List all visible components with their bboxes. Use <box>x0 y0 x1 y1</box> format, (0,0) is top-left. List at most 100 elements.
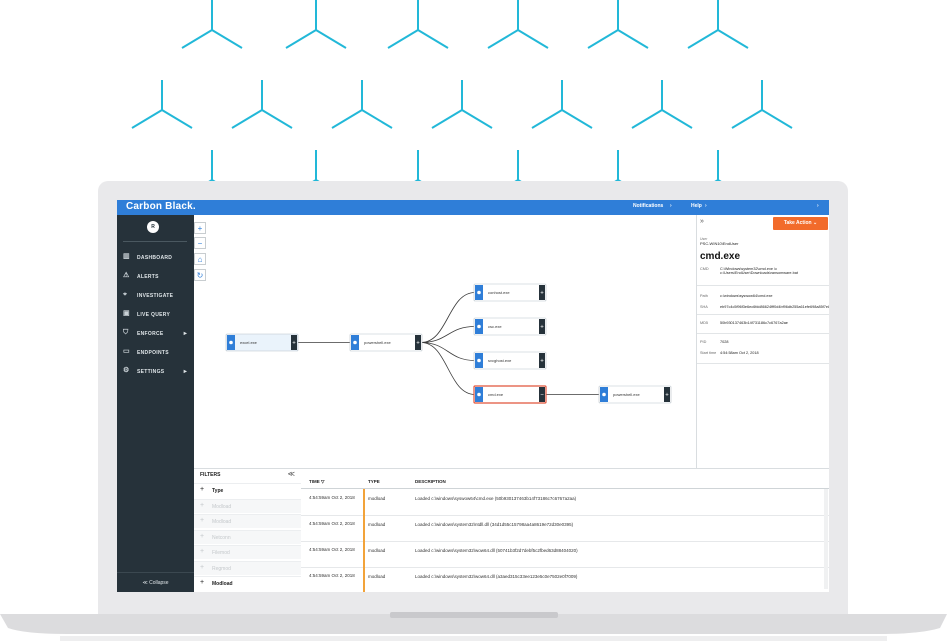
expand-node-icon[interactable]: + <box>292 341 296 347</box>
filter-row[interactable]: + Modload <box>194 498 301 513</box>
process-node-label: svcghost.exe <box>488 358 512 363</box>
table-row[interactable]: 4:54:59am Oct 2, 2018 modload Loaded c:\wi… <box>301 567 829 592</box>
expand-node-icon[interactable]: − <box>540 393 544 399</box>
sidebar-item-endpoints[interactable]: ▭ ENDPOINTS <box>123 348 191 358</box>
table-row[interactable]: 4:54:59am Oct 2, 2018 modload Loaded c:\wi… <box>301 489 829 516</box>
filter-label: Modload <box>212 519 232 525</box>
expand-node-icon[interactable]: + <box>665 393 669 399</box>
plus-icon: + <box>200 579 205 586</box>
sidebar-item-live-query[interactable]: ▣ LIVE QUERY <box>123 310 191 320</box>
table-row[interactable]: 4:54:59am Oct 2, 2018 modload Loaded c:\wi… <box>301 515 829 542</box>
filter-row[interactable]: + Modload <box>194 576 301 590</box>
tri-branch-shape <box>407 150 429 185</box>
notifications-link[interactable]: Notifications <box>633 203 663 209</box>
process-node-label: conhost.exe <box>488 290 510 295</box>
tree-edge <box>420 342 476 395</box>
detail-value: c:\windows\syswow64\cmd.exe <box>720 294 773 298</box>
detail-key: SHA <box>700 305 708 309</box>
process-tree: + excel.exe + powershell.exe + conhost.exe + cs… <box>225 283 672 404</box>
tri-branch-shape <box>131 80 193 129</box>
detail-key: Path <box>700 294 708 298</box>
shield-icon: ⛉ <box>123 329 129 336</box>
crosshair-icon: ⌖ <box>123 291 128 298</box>
tree-edge <box>420 342 476 361</box>
tri-branch-shape <box>231 80 293 129</box>
terminal-icon: ▣ <box>123 310 130 317</box>
detail-divider <box>697 314 829 315</box>
event-time: 4:54:59am Oct 2, 2018 <box>309 547 355 552</box>
tree-edge <box>420 292 476 343</box>
process-node-label: cmd.exe <box>488 392 504 397</box>
process-node-excel-exe[interactable]: + excel.exe <box>225 333 299 352</box>
sidebar-item-enforce[interactable]: ⛉ ENFORCE ▸ <box>123 329 191 339</box>
process-node-csc-exe[interactable]: + csc.exe <box>473 317 547 336</box>
event-type-marker <box>363 489 365 515</box>
process-node-label: powershell.exe <box>364 340 391 345</box>
plus-icon: + <box>200 517 205 524</box>
filter-row[interactable]: + Type <box>194 483 301 497</box>
avatar[interactable]: R <box>147 221 159 233</box>
bar-chart-icon: ▥ <box>123 253 130 260</box>
expand-panel-icon[interactable]: » <box>700 218 704 225</box>
home-button[interactable]: ⌂ <box>194 253 206 265</box>
laptop-base <box>0 612 947 641</box>
process-node-svcghost-exe[interactable]: + svcghost.exe <box>473 351 547 370</box>
process-icon <box>477 290 481 295</box>
column-header-type[interactable]: TYPE <box>368 479 380 484</box>
refresh-button[interactable]: ↻ <box>194 269 206 281</box>
table-row[interactable]: 4:54:59am Oct 2, 2018 modload Loaded c:\wi… <box>301 541 829 568</box>
tri-branch-shape <box>531 80 593 129</box>
tri-branch-shape <box>631 80 693 129</box>
menu-chevron-icon[interactable]: › <box>817 203 819 209</box>
table-scrollbar[interactable] <box>824 489 828 589</box>
process-icon <box>353 340 357 345</box>
process-node-label: excel.exe <box>240 340 258 345</box>
event-type: modload <box>368 522 386 527</box>
column-header-time[interactable]: TIME ▽ <box>309 479 324 485</box>
expand-node-icon[interactable]: + <box>540 291 544 297</box>
filter-row[interactable]: + Filemod <box>194 545 301 559</box>
filter-row[interactable]: + Netconn <box>194 529 301 544</box>
sidebar-item-alerts[interactable]: ⚠ ALERTS <box>123 272 191 282</box>
filter-row[interactable]: + Regmod <box>194 560 301 575</box>
detail-divider <box>697 363 829 364</box>
process-icon <box>477 358 481 363</box>
detail-key: PID <box>700 340 707 344</box>
detail-value: eb97c4c5f96f3e6ec6fdd86624fff0d4bf96db25… <box>720 305 829 309</box>
process-icon <box>477 392 481 397</box>
sidebar-item-dashboard[interactable]: ▥ DASHBOARD <box>123 253 191 263</box>
process-node-powershell-exe[interactable]: + powershell.exe <box>349 333 423 352</box>
zoom-in-button[interactable]: + <box>194 222 206 234</box>
tri-branch-shape <box>331 80 393 129</box>
event-description: Loaded c:\windows\system32\ntdll.dll (34… <box>415 522 574 527</box>
expand-node-icon[interactable]: + <box>540 325 544 331</box>
zoom-out-button[interactable]: − <box>194 237 206 249</box>
detail-value: C:\Windows\system32\cmd.exe /c c:\Users\… <box>720 267 798 275</box>
process-tree-canvas[interactable]: + excel.exe + powershell.exe + conhost.exe + cs… <box>194 215 696 468</box>
plus-icon: + <box>200 532 205 540</box>
column-header-description[interactable]: DESCRIPTION <box>415 479 446 484</box>
expand-node-icon[interactable]: + <box>416 341 420 347</box>
sidebar-item-settings[interactable]: ⚙ SETTINGS ▸ <box>123 367 191 377</box>
expand-node-icon[interactable]: + <box>540 359 544 365</box>
take-action-button[interactable]: Take Action ⌄ <box>773 217 828 230</box>
sidebar-item-investigate[interactable]: ⌖ INVESTIGATE <box>123 291 191 301</box>
detail-key: Start time <box>700 351 717 355</box>
tri-branch-shape <box>201 150 223 185</box>
process-node-cmd-exe[interactable]: − cmd.exe <box>473 385 547 404</box>
collapse-filters-icon[interactable]: ≪ <box>288 470 295 478</box>
collapse-button[interactable]: ≪ Collapse <box>117 572 194 592</box>
help-link[interactable]: Help <box>691 203 702 209</box>
tri-branch-shape <box>487 0 549 49</box>
filter-label: Filemod <box>212 550 230 556</box>
events-table: TIME ▽ TYPE DESCRIPTION 4:54:59am Oct 2,… <box>301 468 829 592</box>
gear-icon: ⚙ <box>123 367 130 374</box>
tri-branch-shape <box>707 150 729 185</box>
event-type: modload <box>368 548 386 553</box>
filter-row[interactable]: + Modload <box>194 514 301 528</box>
process-node-conhost-exe[interactable]: + conhost.exe <box>473 283 547 302</box>
detail-divider <box>697 333 829 334</box>
process-node-powershell-exe[interactable]: + powershell.exe <box>598 385 672 404</box>
filter-label: Type <box>212 488 224 494</box>
sidebar-item-label: ENFORCE <box>137 331 164 337</box>
